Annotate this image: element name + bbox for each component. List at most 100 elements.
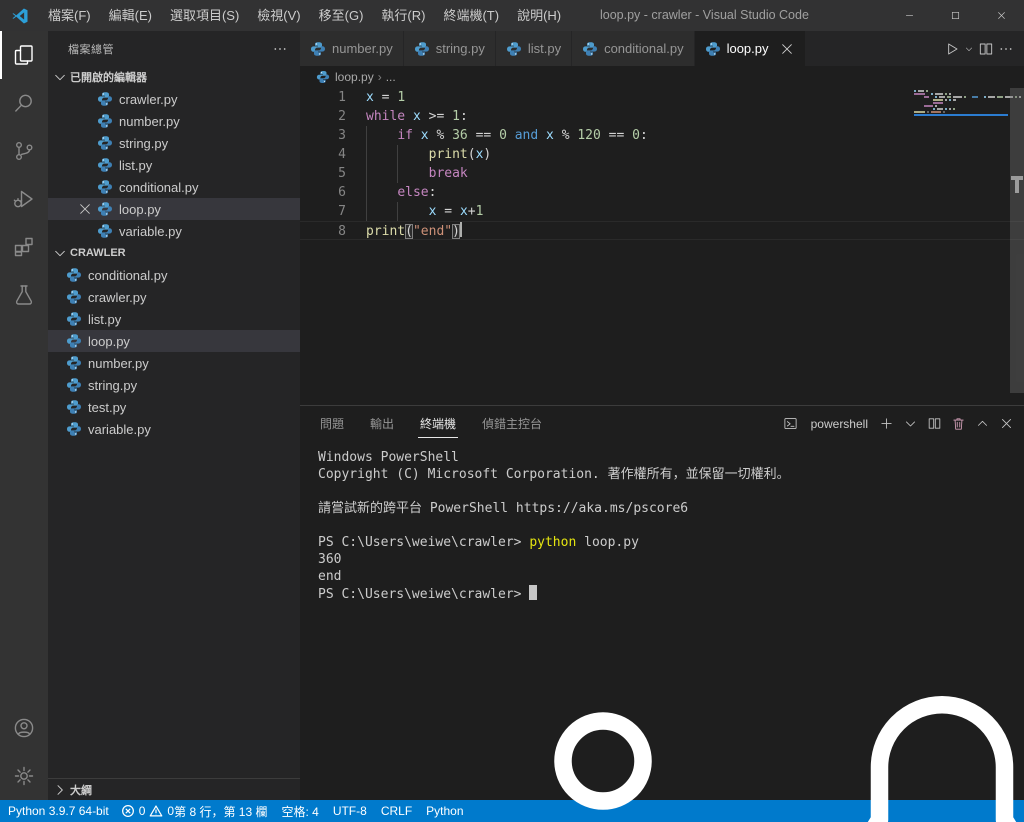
tab-conditional.py[interactable]: conditional.py (572, 31, 695, 66)
feedback-icon[interactable] (478, 661, 778, 822)
eol-indicator[interactable]: CRLF (381, 804, 412, 818)
source-control-icon (12, 139, 36, 163)
file-crawler.py[interactable]: crawler.py (48, 286, 300, 308)
activity-account[interactable] (0, 704, 48, 752)
menu-item[interactable]: 檔案(F) (39, 0, 100, 31)
code-line-4[interactable]: 4 print(x) (300, 145, 1024, 164)
activity-extensions[interactable] (0, 223, 48, 271)
open-editor-conditional.py[interactable]: conditional.py (48, 176, 300, 198)
open-editor-variable.py[interactable]: variable.py (48, 220, 300, 242)
run-dropdown-icon[interactable] (964, 41, 974, 57)
run-file-button[interactable] (944, 41, 960, 57)
line-number: 5 (338, 166, 346, 181)
tab-list.py[interactable]: list.py (495, 31, 573, 66)
file-variable.py[interactable]: variable.py (48, 418, 300, 440)
minimize-button[interactable] (886, 0, 932, 31)
breadcrumb-more[interactable]: ... (386, 70, 396, 84)
error-icon (121, 804, 135, 818)
activity-settings[interactable] (0, 752, 48, 800)
terminal-dropdown-icon[interactable] (903, 416, 918, 431)
open-editors-header[interactable]: 已開啟的編輯器 (48, 66, 300, 88)
code-line-7[interactable]: 7 x = x+1 (300, 202, 1024, 221)
menu-item[interactable]: 執行(R) (372, 0, 434, 31)
notifications-bell-icon[interactable] (792, 661, 1024, 822)
file-number.py[interactable]: number.py (48, 352, 300, 374)
close-icon[interactable] (779, 41, 795, 57)
code-line-5[interactable]: 5 break (300, 164, 1024, 183)
menu-item[interactable]: 選取項目(S) (161, 0, 248, 31)
menu-item[interactable]: 移至(G) (310, 0, 373, 31)
tab-loop.py[interactable]: loop.py (694, 31, 806, 66)
file-name: number.py (119, 113, 180, 129)
minimap-current-line (914, 114, 1008, 116)
search-icon (12, 91, 36, 115)
panel-header: 問題 輸出 終端機 偵錯主控台 powershell (300, 406, 1024, 441)
problems-indicator[interactable]: 0 0 (121, 804, 174, 818)
maximize-button[interactable] (932, 0, 978, 31)
code-editor[interactable]: 1x = 1 2 while x >= 1: 3 if x % 36 == 0 and… (300, 88, 1024, 405)
split-editor-icon[interactable] (978, 41, 994, 57)
python-file-icon (97, 91, 113, 107)
activity-run-debug[interactable] (0, 175, 48, 223)
panel-tab-輸出[interactable]: 輸出 (368, 409, 396, 438)
minimap[interactable] (914, 90, 1022, 116)
line-number: 4 (338, 147, 346, 162)
activity-explorer[interactable] (0, 31, 48, 79)
activity-testing[interactable] (0, 271, 48, 319)
panel-tab-問題[interactable]: 問題 (318, 409, 346, 438)
explorer-icon (12, 43, 36, 67)
close-panel-icon[interactable] (999, 416, 1014, 431)
file-loop.py[interactable]: loop.py (48, 330, 300, 352)
indentation-indicator[interactable]: 空格: 4 (281, 803, 318, 820)
close-icon[interactable] (77, 201, 93, 217)
open-editor-crawler.py[interactable]: crawler.py (48, 88, 300, 110)
indent-guide (397, 202, 398, 221)
file-list.py[interactable]: list.py (48, 308, 300, 330)
file-conditional.py[interactable]: conditional.py (48, 264, 300, 286)
tab-label: loop.py (726, 41, 769, 56)
tab-number.py[interactable]: number.py (300, 31, 404, 66)
cursor-position[interactable]: 第 8 行，第 13 欄 (174, 803, 267, 820)
maximize-panel-icon[interactable] (975, 416, 990, 431)
panel-tab-終端機[interactable]: 終端機 (418, 409, 459, 438)
outline-label: 大綱 (70, 784, 92, 797)
error-count: 0 (138, 804, 146, 818)
python-file-icon (66, 421, 82, 437)
code-line-3[interactable]: 3 if x % 36 == 0 and x % 120 == 0: (300, 126, 1024, 145)
terminal-line: Copyright (C) Microsoft Corporation. 著作權… (318, 467, 790, 482)
new-terminal-icon[interactable] (879, 416, 894, 431)
menu-item[interactable]: 編輯(E) (100, 0, 161, 31)
breadcrumb-file[interactable]: loop.py (335, 70, 374, 84)
close-window-button[interactable] (978, 0, 1024, 31)
open-editor-string.py[interactable]: string.py (48, 132, 300, 154)
code-line-6[interactable]: 6 else: (300, 183, 1024, 202)
open-editor-list.py[interactable]: list.py (48, 154, 300, 176)
folder-label: CRAWLER (70, 247, 126, 259)
file-string.py[interactable]: string.py (48, 374, 300, 396)
shell-selector[interactable]: powershell (811, 417, 868, 431)
menu-item[interactable]: 終端機(T) (434, 0, 508, 31)
panel-tab-偵錯主控台[interactable]: 偵錯主控台 (480, 409, 544, 438)
status-bar: Python 3.9.7 64-bit 0 0 第 8 行，第 13 欄 空格:… (0, 696, 1024, 822)
breadcrumb[interactable]: loop.py › ... (300, 66, 1024, 88)
folder-header[interactable]: CRAWLER (48, 242, 300, 264)
code-line-8[interactable]: 8 print("end") (300, 221, 1024, 240)
menu-item[interactable]: 檢視(V) (248, 0, 309, 31)
more-actions-icon[interactable] (998, 41, 1014, 57)
editor-scrollbar[interactable] (1010, 88, 1024, 393)
encoding-indicator[interactable]: UTF-8 (333, 804, 367, 818)
interpreter-selector[interactable]: Python 3.9.7 64-bit (8, 804, 109, 818)
kill-terminal-icon[interactable] (951, 416, 966, 431)
file-test.py[interactable]: test.py (48, 396, 300, 418)
open-editor-number.py[interactable]: number.py (48, 110, 300, 132)
python-file-icon (97, 179, 113, 195)
activity-search[interactable] (0, 79, 48, 127)
window-title: loop.py - crawler - Visual Studio Code (600, 8, 809, 22)
split-terminal-icon[interactable] (927, 416, 942, 431)
menu-item[interactable]: 說明(H) (508, 0, 570, 31)
activity-source-control[interactable] (0, 127, 48, 175)
tab-string.py[interactable]: string.py (403, 31, 496, 66)
open-editor-loop.py[interactable]: loop.py (48, 198, 300, 220)
language-indicator[interactable]: Python (426, 804, 463, 818)
more-actions-icon[interactable] (272, 41, 288, 57)
